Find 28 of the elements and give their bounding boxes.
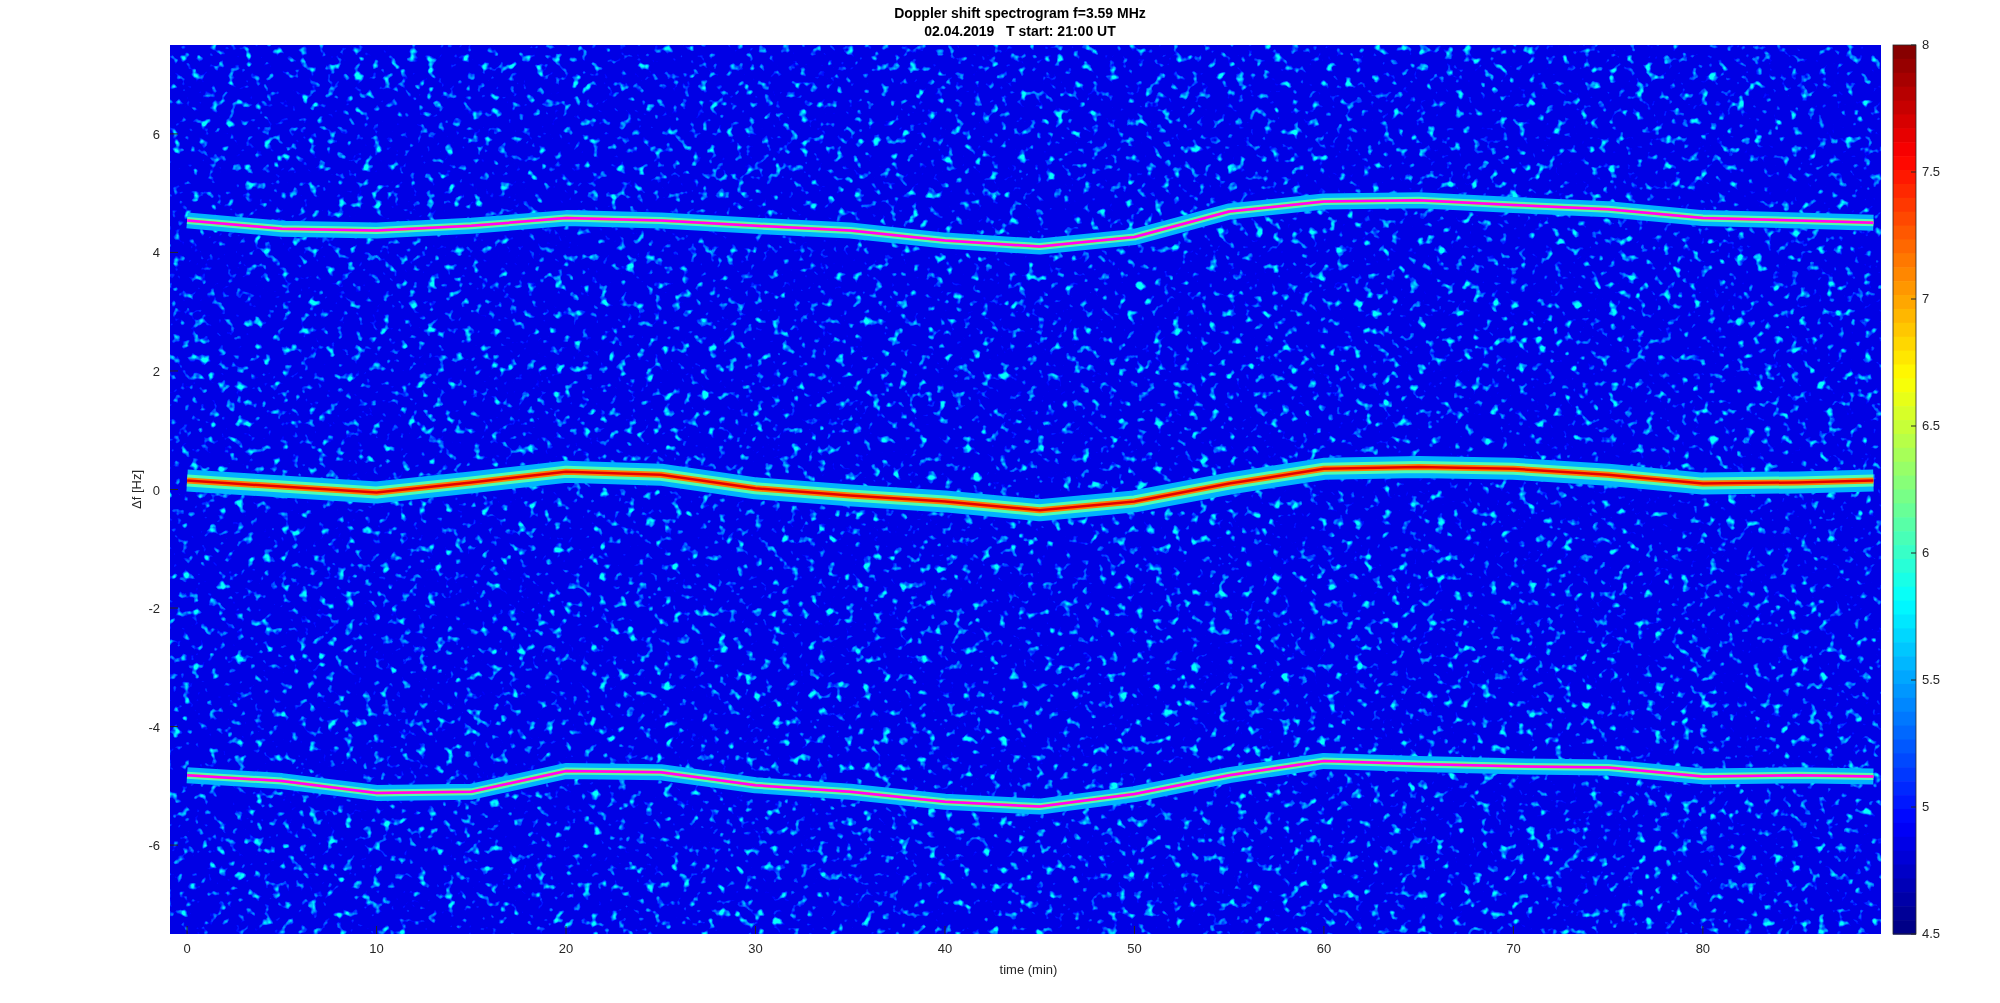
tick-label: 2 <box>152 363 160 379</box>
chart-subtitle: 02.04.2019 T start: 21:00 UT <box>924 23 1116 39</box>
colorbar-tick-label: 7 <box>1922 291 1930 306</box>
tick-label: 0 <box>183 941 191 956</box>
chart-title: Doppler shift spectrogram f=3.59 MHz <box>894 5 1146 21</box>
tick-label: 30 <box>748 941 763 956</box>
tick-label: 60 <box>1316 941 1332 956</box>
tick-label: 6 <box>152 126 160 142</box>
tick-label: 4 <box>152 245 160 261</box>
colorbar-tick-label: 6 <box>1922 545 1930 560</box>
colorbar-tick-label: 7.5 <box>1922 164 1941 179</box>
colorbar-tick-label: 4.5 <box>1922 926 1941 941</box>
tick-label: 70 <box>1506 941 1521 956</box>
colorbar-tick-label: 5 <box>1922 799 1930 814</box>
tick-label: 0 <box>152 482 160 498</box>
colorbar-tick-label: 8 <box>1922 37 1930 52</box>
axis-label: time (min) <box>999 962 1058 977</box>
colorbar-tick-label: 5.5 <box>1922 672 1941 687</box>
axis-label: Δf [Hz] <box>129 470 144 509</box>
colorbar-tick-label: 6.5 <box>1922 418 1941 433</box>
tick-label: 20 <box>558 941 574 956</box>
tick-label: -6 <box>148 838 160 854</box>
tick-label: 40 <box>937 941 953 956</box>
tick-label: -4 <box>148 719 160 735</box>
tick-label: 10 <box>369 941 384 956</box>
tick-label: 50 <box>1127 941 1142 956</box>
tick-label: 80 <box>1695 941 1711 956</box>
tick-label: -2 <box>148 601 160 617</box>
